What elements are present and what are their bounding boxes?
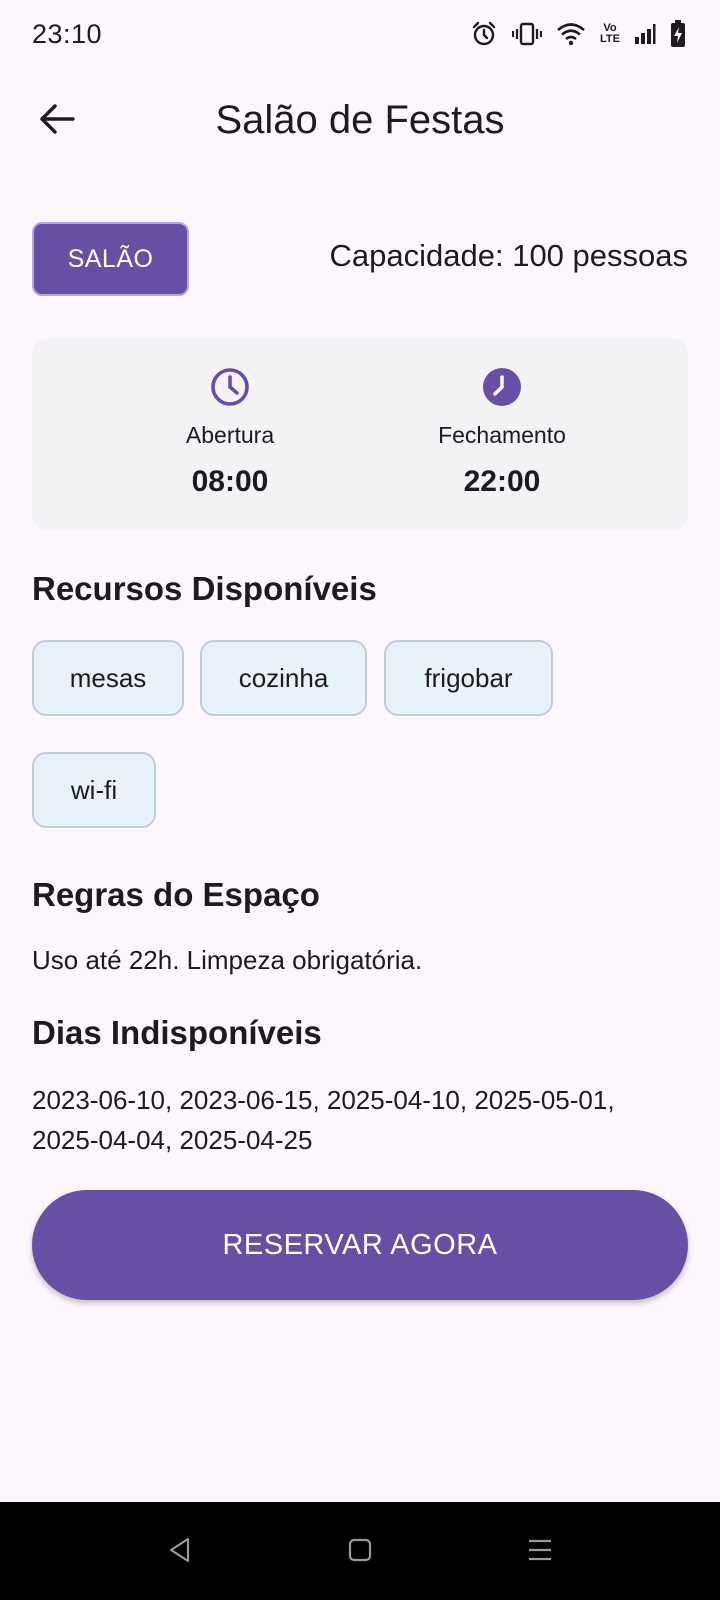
space-info-row: SALÃO Capacidade: 100 pessoas xyxy=(32,222,688,296)
closing-label: Fechamento xyxy=(438,422,566,448)
capacity-text: Capacidade: 100 pessoas xyxy=(329,238,688,273)
space-type-badge: SALÃO xyxy=(32,222,189,296)
battery-charging-icon xyxy=(670,20,686,48)
closing-hours: Fechamento 22:00 xyxy=(402,366,602,499)
unavailable-days-heading: Dias Indisponíveis xyxy=(32,1014,322,1051)
status-time: 23:10 xyxy=(32,18,103,49)
volte-bottom: LTE xyxy=(600,33,620,45)
resource-chip-cozinha[interactable]: cozinha xyxy=(200,640,367,716)
page-title: Salão de Festas xyxy=(215,98,505,142)
hours-card: Abertura 08:00 Fechamento 22:00 xyxy=(32,338,688,530)
opening-hours: Abertura 08:00 xyxy=(130,366,330,499)
rules-heading: Regras do Espaço xyxy=(32,876,320,913)
status-bar: 23:10 Vo LTE xyxy=(0,0,720,68)
vibrate-icon xyxy=(512,21,543,47)
resource-chip-mesas[interactable]: mesas xyxy=(32,640,184,716)
alarm-icon xyxy=(470,20,498,48)
nav-recents-icon xyxy=(526,1536,554,1569)
wifi-icon xyxy=(556,22,586,46)
reserve-now-button[interactable]: RESERVAR AGORA xyxy=(32,1190,688,1300)
signal-icon xyxy=(634,23,656,45)
app-bar: Salão de Festas xyxy=(0,80,720,166)
rules-text: Uso até 22h. Limpeza obrigatória. xyxy=(32,945,423,975)
clock-outline-icon xyxy=(209,366,251,408)
unavailable-days-text: 2023-06-10, 2023-06-15, 2025-04-10, 2025… xyxy=(32,1085,615,1155)
volte-icon: Vo LTE xyxy=(600,23,620,45)
opening-label: Abertura xyxy=(185,422,275,448)
nav-home-button[interactable] xyxy=(340,1532,380,1572)
system-nav-bar xyxy=(0,1502,720,1600)
screen: 23:10 Vo LTE Salão de Festas SALÃO Capac… xyxy=(0,0,720,1600)
clock-filled-icon xyxy=(481,366,523,408)
resources-heading: Recursos Disponíveis xyxy=(32,570,377,607)
resource-chip-frigobar[interactable]: frigobar xyxy=(384,640,553,716)
opening-time: 08:00 xyxy=(191,465,269,498)
closing-time: 22:00 xyxy=(463,465,541,498)
status-icons: Vo LTE xyxy=(470,20,686,48)
resource-chip-wifi[interactable]: wi-fi xyxy=(32,752,156,828)
nav-recents-button[interactable] xyxy=(520,1532,560,1572)
nav-home-icon xyxy=(346,1536,374,1569)
nav-back-icon xyxy=(166,1536,194,1569)
nav-back-button[interactable] xyxy=(160,1532,200,1572)
